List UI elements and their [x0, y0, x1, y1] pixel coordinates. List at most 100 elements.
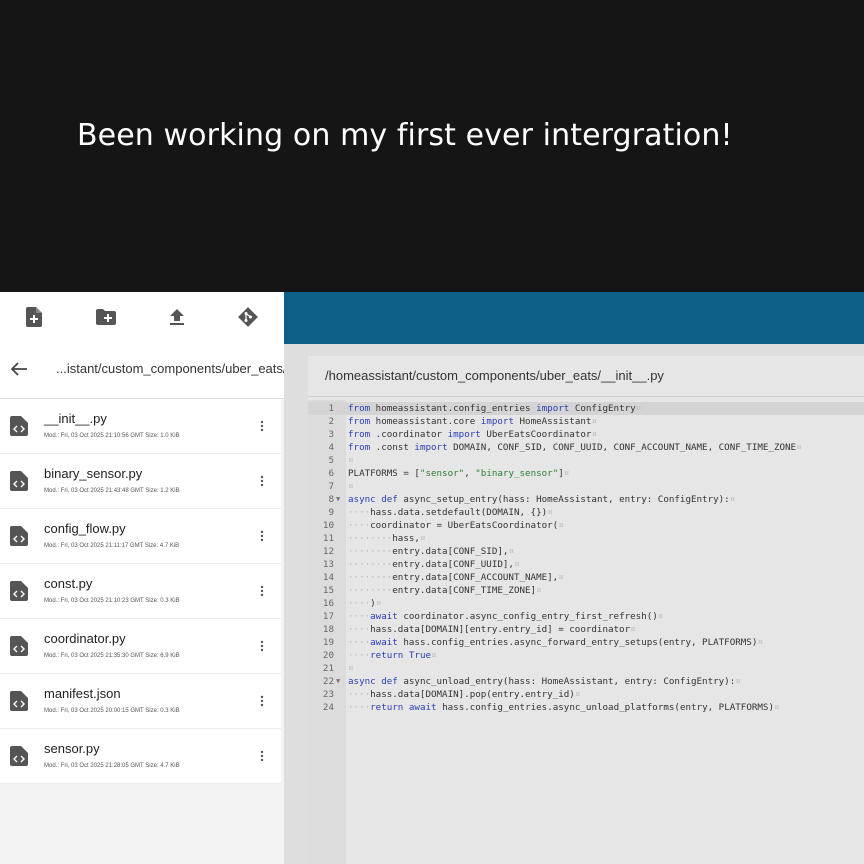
- code-line: 23 ····hass.data[DOMAIN].pop(entry.entry_…: [308, 688, 864, 701]
- line-number: 11: [322, 533, 334, 544]
- file-menu-button[interactable]: [257, 691, 267, 711]
- code-text: ····hass.data[DOMAIN].pop(entry.entry_id…: [348, 689, 581, 700]
- file-item-binary-sensor[interactable]: binary_sensor.py Mod.: Fri, 03 Oct 2025 …: [0, 454, 281, 509]
- more-vertical-icon: [260, 420, 264, 432]
- file-list: __init__.py Mod.: Fri, 03 Oct 2025 21:10…: [0, 399, 281, 784]
- new-file-button[interactable]: [22, 305, 46, 329]
- file-browser-toolbar: [0, 292, 284, 342]
- new-file-icon: [26, 307, 42, 327]
- git-button[interactable]: [236, 305, 260, 329]
- code-file-icon: [10, 471, 28, 491]
- file-item-const[interactable]: const.py Mod.: Fri, 03 Oct 2025 21:10:23…: [0, 564, 281, 619]
- code-line: 13 ········entry.data[CONF_UUID],¤: [308, 558, 864, 571]
- line-number: 12: [322, 546, 334, 557]
- file-item-init[interactable]: __init__.py Mod.: Fri, 03 Oct 2025 21:10…: [0, 399, 281, 454]
- code-text: PLATFORMS = ["sensor", "binary_sensor"]¤: [348, 468, 570, 479]
- code-file-icon: [10, 526, 28, 546]
- line-number: 13: [322, 559, 334, 570]
- code-editor[interactable]: 1 from homeassistant.config_entries impor…: [308, 400, 864, 864]
- line-number: 2: [328, 416, 334, 427]
- code-line: 10 ····coordinator = UberEatsCoordinator(…: [308, 519, 864, 532]
- code-line: 18 ····hass.data[DOMAIN][entry.entry_id] …: [308, 623, 864, 636]
- code-line: 5 ¤: [308, 454, 864, 467]
- line-number: 1: [328, 403, 334, 414]
- code-text: ····hass.data.setdefault(DOMAIN, {})¤: [348, 507, 553, 518]
- more-vertical-icon: [260, 640, 264, 652]
- file-name: config_flow.py: [44, 521, 126, 536]
- file-item-config-flow[interactable]: config_flow.py Mod.: Fri, 03 Oct 2025 21…: [0, 509, 281, 564]
- line-number: 10: [322, 520, 334, 531]
- line-number: 3: [328, 429, 334, 440]
- code-line: 17 ····await coordinator.async_config_ent…: [308, 610, 864, 623]
- file-menu-button[interactable]: [257, 416, 267, 436]
- code-line: 22 ▼ async def async_unload_entry(hass: Ho…: [308, 675, 864, 688]
- code-line: 2 from homeassistant.core import HomeAssi…: [308, 415, 864, 428]
- editor-card: /homeassistant/custom_components/uber_ea…: [308, 356, 864, 864]
- code-text: from .const import DOMAIN, CONF_SID, CON…: [348, 442, 802, 453]
- file-name: coordinator.py: [44, 631, 126, 646]
- code-text: ····return True¤: [348, 650, 437, 661]
- editor-panel: /homeassistant/custom_components/uber_ea…: [284, 292, 864, 864]
- file-menu-button[interactable]: [257, 526, 267, 546]
- code-text: ····coordinator = UberEatsCoordinator(¤: [348, 520, 564, 531]
- new-folder-icon: [96, 309, 116, 325]
- file-menu-button[interactable]: [257, 636, 267, 656]
- file-menu-button[interactable]: [257, 581, 267, 601]
- code-text: from homeassistant.config_entries import…: [348, 403, 642, 414]
- code-line: 8 ▼ async def async_setup_entry(hass: Home…: [308, 493, 864, 506]
- code-file-icon: [10, 416, 28, 436]
- code-text: ········hass,¤: [348, 533, 426, 544]
- code-line: 15 ········entry.data[CONF_TIME_ZONE]¤: [308, 584, 864, 597]
- git-icon: [238, 307, 258, 327]
- file-browser-panel: ...istant/custom_components/uber_eats/ _…: [0, 292, 287, 864]
- upload-button[interactable]: [165, 305, 189, 329]
- line-number: 20: [322, 650, 334, 661]
- more-vertical-icon: [260, 475, 264, 487]
- line-number: 24: [322, 702, 334, 713]
- line-number: 6: [328, 468, 334, 479]
- code-line: 6 PLATFORMS = ["sensor", "binary_sensor"]…: [308, 467, 864, 480]
- editor-title-row: /homeassistant/custom_components/uber_ea…: [308, 356, 864, 397]
- file-menu-button[interactable]: [257, 471, 267, 491]
- code-text: async def async_setup_entry(hass: HomeAs…: [348, 494, 736, 505]
- editor-file-path: /homeassistant/custom_components/uber_ea…: [325, 368, 664, 383]
- back-button[interactable]: [8, 358, 30, 380]
- line-number: 19: [322, 637, 334, 648]
- path-bar: ...istant/custom_components/uber_eats/: [0, 342, 287, 399]
- code-text: ····hass.data[DOMAIN][entry.entry_id] = …: [348, 624, 636, 635]
- code-file-icon: [10, 691, 28, 711]
- code-text: from homeassistant.core import HomeAssis…: [348, 416, 597, 427]
- line-number: 8: [328, 494, 334, 505]
- fold-toggle-icon[interactable]: ▼: [336, 675, 340, 688]
- code-file-icon: [10, 636, 28, 656]
- code-line: 21 ¤: [308, 662, 864, 675]
- code-text: ········entry.data[CONF_UUID],¤: [348, 559, 520, 570]
- fold-toggle-icon[interactable]: ▼: [336, 493, 340, 506]
- file-meta: Mod.: Fri, 03 Oct 2025 21:28:05 GMT Size…: [44, 763, 180, 769]
- file-menu-button[interactable]: [257, 746, 267, 766]
- code-text: from .coordinator import UberEatsCoordin…: [348, 429, 597, 440]
- caption-banner: Been working on my first ever intergrati…: [0, 0, 864, 292]
- more-vertical-icon: [260, 750, 264, 762]
- code-file-icon: [10, 581, 28, 601]
- line-number: 15: [322, 585, 334, 596]
- code-text: ····)¤: [348, 598, 382, 609]
- code-line: 1 from homeassistant.config_entries impor…: [308, 402, 864, 415]
- file-item-manifest[interactable]: manifest.json Mod.: Fri, 03 Oct 2025 20:…: [0, 674, 281, 729]
- code-line: 9 ····hass.data.setdefault(DOMAIN, {})¤: [308, 506, 864, 519]
- code-line: 4 from .const import DOMAIN, CONF_SID, CO…: [308, 441, 864, 454]
- line-number: 16: [322, 598, 334, 609]
- code-line: 14 ········entry.data[CONF_ACCOUNT_NAME],…: [308, 571, 864, 584]
- code-text: async def async_unload_entry(hass: HomeA…: [348, 676, 741, 687]
- new-folder-button[interactable]: [94, 305, 118, 329]
- caption-text: Been working on my first ever intergrati…: [77, 118, 733, 153]
- code-line: 3 from .coordinator import UberEatsCoordi…: [308, 428, 864, 441]
- code-line: 16 ····)¤: [308, 597, 864, 610]
- code-text: ····await hass.config_entries.async_forw…: [348, 637, 763, 648]
- code-text: ····return await hass.config_entries.asy…: [348, 702, 780, 713]
- line-number: 5: [328, 455, 334, 466]
- file-item-sensor[interactable]: sensor.py Mod.: Fri, 03 Oct 2025 21:28:0…: [0, 729, 281, 784]
- code-line: 20 ····return True¤: [308, 649, 864, 662]
- current-path: ...istant/custom_components/uber_eats/: [56, 361, 287, 376]
- file-item-coordinator[interactable]: coordinator.py Mod.: Fri, 03 Oct 2025 21…: [0, 619, 281, 674]
